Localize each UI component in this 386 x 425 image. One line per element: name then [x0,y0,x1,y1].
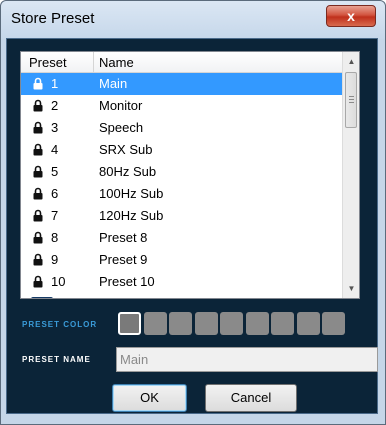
column-header-name[interactable]: Name [99,55,134,70]
preset-number: 10 [51,274,66,289]
lock-icon [33,187,43,200]
preset-row[interactable]: 5 80Hz Sub [21,161,342,183]
cancel-button[interactable]: Cancel [205,384,297,412]
preset-number: 5 [51,164,59,179]
preset-name: Preset 8 [99,230,148,245]
preset-row[interactable]: 1 Main [21,73,342,95]
column-divider[interactable] [93,52,94,72]
preset-name: Preset 9 [99,252,148,267]
preset-color-swatch[interactable] [220,312,243,335]
vertical-scrollbar[interactable]: ▲ ▼ [342,52,359,298]
preset-color-swatch[interactable] [271,312,294,335]
preset-name: 100Hz Sub [99,186,164,201]
preset-color-swatch[interactable] [118,312,141,335]
color-swatch-icon [31,297,53,298]
preset-color-swatch[interactable] [245,312,269,335]
preset-number: 1 [51,76,59,91]
preset-rows: 1 Main 2 Monitor 3 Speech 4 SRX Sub 5 80Hz Sub 6 10… [21,73,342,298]
preset-number: 8 [51,230,59,245]
close-icon: x [347,8,355,24]
preset-row[interactable]: 10 Preset 10 [21,271,342,293]
list-header: Preset Name [21,52,342,73]
preset-number: 9 [51,252,59,267]
preset-row[interactable]: 8 Preset 8 [21,227,342,249]
preset-color-swatch[interactable] [194,312,218,335]
lock-icon [33,253,43,266]
scroll-up-arrow-icon[interactable]: ▲ [343,53,359,70]
preset-number: 6 [51,186,59,201]
preset-name: Preset 11 [99,296,154,298]
lock-icon [33,275,43,288]
preset-row[interactable]: 11 Preset 11 [21,293,342,298]
title-bar: Store Preset x [1,1,385,39]
preset-number: 11 [51,296,65,298]
lock-icon [33,231,43,244]
column-header-preset[interactable]: Preset [29,55,67,70]
preset-number: 7 [51,208,59,223]
preset-name-label: PRESET NAME [22,355,91,364]
preset-name-input[interactable] [116,347,378,372]
preset-row[interactable]: 3 Speech [21,117,342,139]
scrollbar-thumb[interactable] [345,72,357,128]
ok-button[interactable]: OK [112,384,187,412]
preset-name: Monitor [99,98,143,113]
preset-row[interactable]: 9 Preset 9 [21,249,342,271]
scroll-down-arrow-icon[interactable]: ▼ [343,280,359,297]
preset-name: Preset 10 [99,274,155,289]
lock-icon [33,143,43,156]
lock-icon [33,121,43,134]
preset-list[interactable]: Preset Name 1 Main 2 Monitor 3 Speech 4 SRX Sub… [20,51,360,299]
lock-icon [33,209,43,222]
preset-color-label: PRESET COLOR [22,320,98,329]
lock-icon [33,77,43,90]
preset-row[interactable]: 6 100Hz Sub [21,183,342,205]
preset-name: SRX Sub [99,142,153,157]
preset-row[interactable]: 4 SRX Sub [21,139,342,161]
preset-name: 120Hz Sub [99,208,164,223]
preset-color-swatch[interactable] [143,312,167,335]
preset-number: 4 [51,142,59,157]
dialog-title: Store Preset [11,10,95,27]
preset-color-swatch[interactable] [296,312,320,335]
lock-icon [33,99,43,112]
preset-name: 80Hz Sub [99,164,157,179]
lock-icon [33,165,43,178]
preset-color-swatch[interactable] [322,312,345,335]
preset-number: 2 [51,98,59,113]
preset-row[interactable]: 2 Monitor [21,95,342,117]
preset-row[interactable]: 7 120Hz Sub [21,205,342,227]
preset-number: 3 [51,120,59,135]
preset-color-swatch[interactable] [169,312,192,335]
preset-name: Speech [99,120,144,135]
close-button[interactable]: x [326,5,376,27]
preset-name: Main [99,76,128,91]
